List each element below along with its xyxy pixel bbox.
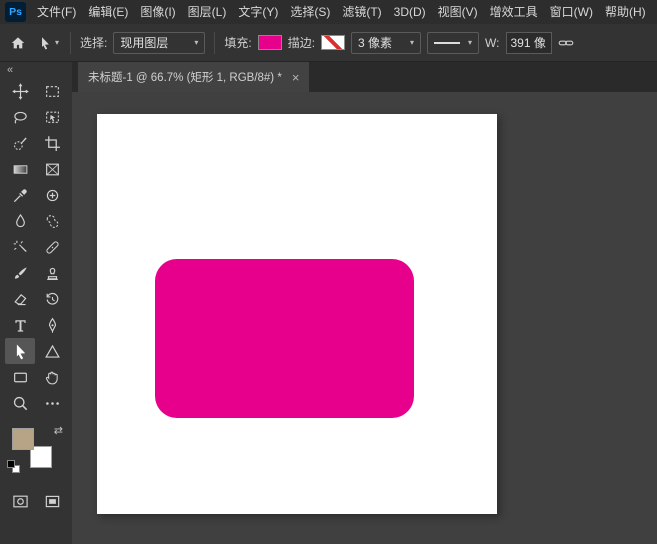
menu-item-0[interactable]: 文件(F) [31,0,82,24]
stroke-color-swatch[interactable] [321,35,345,50]
menu-item-4[interactable]: 文字(Y) [232,0,284,24]
stroke-label: 描边: [288,34,315,51]
tool-preset-dropdown[interactable]: ▾ [36,36,61,50]
zoom-tool[interactable] [5,390,35,416]
tools-grid [0,78,72,416]
menu-item-2[interactable]: 图像(I) [134,0,181,24]
shape-width-value: 391 像 [511,34,546,51]
menu-item-7[interactable]: 3D(D) [388,0,432,24]
magic-wand-tool[interactable] [5,234,35,260]
pen-tool[interactable] [37,312,67,338]
photoshop-logo-icon: Ps [5,2,26,22]
fill-label: 填充: [224,34,251,51]
lasso-tool[interactable] [5,104,35,130]
menu-item-11[interactable]: 帮助(H) [599,0,652,24]
collapse-panel-button[interactable]: « [0,62,72,78]
fill-color-swatch[interactable] [258,35,282,50]
path-selection-tool-icon [38,36,52,50]
menu-item-10[interactable]: 窗口(W) [544,0,599,24]
color-control: ⇄ [6,424,66,476]
select-label: 选择: [80,34,107,51]
separator [70,32,71,54]
swap-colors-icon[interactable]: ⇄ [54,424,63,437]
eraser-tool[interactable] [5,286,35,312]
home-icon [10,35,26,51]
stroke-width-dropdown[interactable]: 3 像素 ▾ [351,32,421,54]
tab-close-icon[interactable]: × [292,70,300,85]
object-selection-tool[interactable] [37,104,67,130]
healing-brush-tool[interactable] [37,234,67,260]
crop-tool[interactable] [37,130,67,156]
select-scope-value: 现用图层 [120,34,168,51]
chevron-down-icon: ▾ [468,39,472,47]
menu-item-3[interactable]: 图层(L) [182,0,233,24]
blur-tool[interactable] [5,208,35,234]
rectangle-tool[interactable] [5,364,35,390]
pasteboard [72,92,657,544]
document-tab-bar: 未标题-1 @ 66.7% (矩形 1, RGB/8#) * × [72,62,657,92]
home-button[interactable] [6,31,30,55]
stroke-style-dropdown[interactable]: ▾ [427,32,479,54]
document-tab[interactable]: 未标题-1 @ 66.7% (矩形 1, RGB/8#) * × [78,62,309,92]
toolbar-bottom-buttons [0,488,72,514]
path-selection-tool[interactable] [5,338,35,364]
stroke-style-line-icon [434,42,460,44]
quick-mask-button[interactable] [7,488,33,514]
menu-item-8[interactable]: 视图(V) [432,0,484,24]
separator [214,32,215,54]
clone-stamp-tool[interactable] [37,260,67,286]
move-tool[interactable] [5,78,35,104]
select-scope-dropdown[interactable]: 现用图层 ▾ [113,32,205,54]
shape-width-input[interactable]: 391 像 [506,32,552,54]
frame-tool[interactable] [37,156,67,182]
stroke-width-value: 3 像素 [358,34,392,51]
tool-panel: « ⇄ [0,62,72,544]
menu-item-1[interactable]: 编辑(E) [82,0,134,24]
chevron-down-icon: ▾ [55,39,59,47]
history-brush-tool[interactable] [37,286,67,312]
default-colors-icon[interactable] [7,460,21,474]
screen-mode-button[interactable] [39,488,65,514]
spot-healing-brush-tool[interactable] [37,182,67,208]
foreground-color-swatch[interactable] [12,428,34,450]
type-tool[interactable] [5,312,35,338]
rectangular-marquee-tool[interactable] [37,78,67,104]
menu-item-9[interactable]: 增效工具 [484,0,544,24]
edit-toolbar-button[interactable] [37,390,67,416]
menu-item-5[interactable]: 选择(S) [284,0,336,24]
brush-tool[interactable] [5,260,35,286]
menu-item-6[interactable]: 滤镜(T) [336,0,387,24]
chevron-down-icon: ▾ [410,39,414,47]
polygon-tool[interactable] [37,338,67,364]
link-dimensions-icon[interactable] [558,35,574,51]
quick-selection-tool[interactable] [5,130,35,156]
menu-items: 文件(F)编辑(E)图像(I)图层(L)文字(Y)选择(S)滤镜(T)3D(D)… [31,0,652,24]
pink-rounded-rectangle-shape[interactable] [155,259,414,418]
default-foreground-square [7,460,15,468]
options-bar: ▾ 选择: 现用图层 ▾ 填充: 描边: 3 像素 ▾ ▾ W: 391 像 [0,24,657,62]
eyedropper-tool[interactable] [5,182,35,208]
chevron-down-icon: ▾ [194,39,198,47]
menu-bar: Ps 文件(F)编辑(E)图像(I)图层(L)文字(Y)选择(S)滤镜(T)3D… [0,0,657,24]
document-tab-title: 未标题-1 @ 66.7% (矩形 1, RGB/8#) * [88,69,282,85]
patch-tool[interactable] [37,208,67,234]
document-canvas[interactable] [97,114,497,514]
hand-tool[interactable] [37,364,67,390]
width-label: W: [485,36,499,50]
gradient-tool[interactable] [5,156,35,182]
